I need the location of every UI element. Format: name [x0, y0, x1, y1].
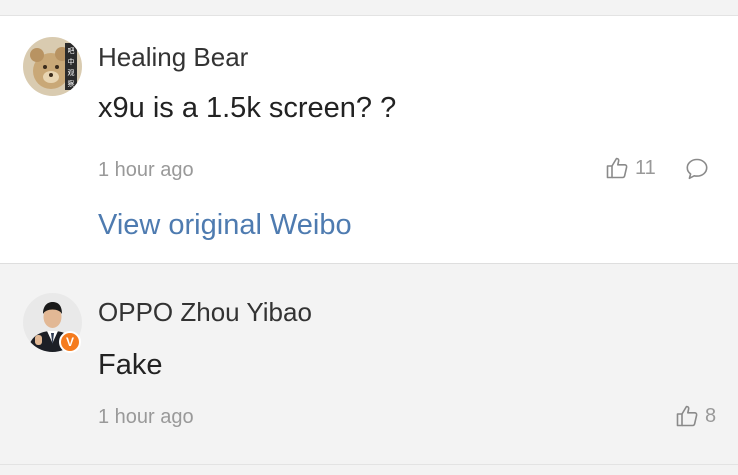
comment-text: Fake [98, 349, 163, 381]
svg-text:中: 中 [68, 57, 75, 66]
svg-text:观: 观 [68, 69, 75, 77]
thumbs-up-icon [606, 157, 628, 179]
like-button[interactable]: 11 [605, 156, 656, 180]
svg-text:察: 察 [68, 79, 75, 88]
svg-text:吧: 吧 [68, 47, 75, 55]
comment-card: 吧 中 观 察 Healing Bear x9u is a 1.5k scree… [0, 16, 738, 264]
verified-badge-icon: V [59, 331, 81, 353]
comment-card: V OPPO Zhou Yibao Fake 1 hour ago 8 [0, 265, 738, 464]
thumbs-up-icon [676, 405, 698, 427]
comment-bubble-icon [686, 158, 708, 180]
like-button[interactable]: 8 [675, 404, 716, 428]
like-count: 8 [705, 404, 717, 427]
top-divider-strip [0, 0, 738, 16]
username[interactable]: Healing Bear [98, 42, 248, 73]
view-original-weibo-link[interactable]: View original Weibo [98, 209, 352, 242]
reply-button[interactable] [685, 157, 709, 181]
bottom-divider-strip [0, 464, 738, 475]
avatar[interactable]: V [23, 293, 82, 353]
timestamp: 1 hour ago [98, 159, 194, 181]
bear-avatar-image: 吧 中 观 察 [23, 37, 82, 96]
like-count: 11 [635, 156, 656, 179]
comment-text: x9u is a 1.5k screen? ? [98, 92, 397, 124]
avatar[interactable]: 吧 中 观 察 [23, 37, 82, 96]
username[interactable]: OPPO Zhou Yibao [98, 297, 312, 328]
timestamp: 1 hour ago [98, 406, 194, 428]
